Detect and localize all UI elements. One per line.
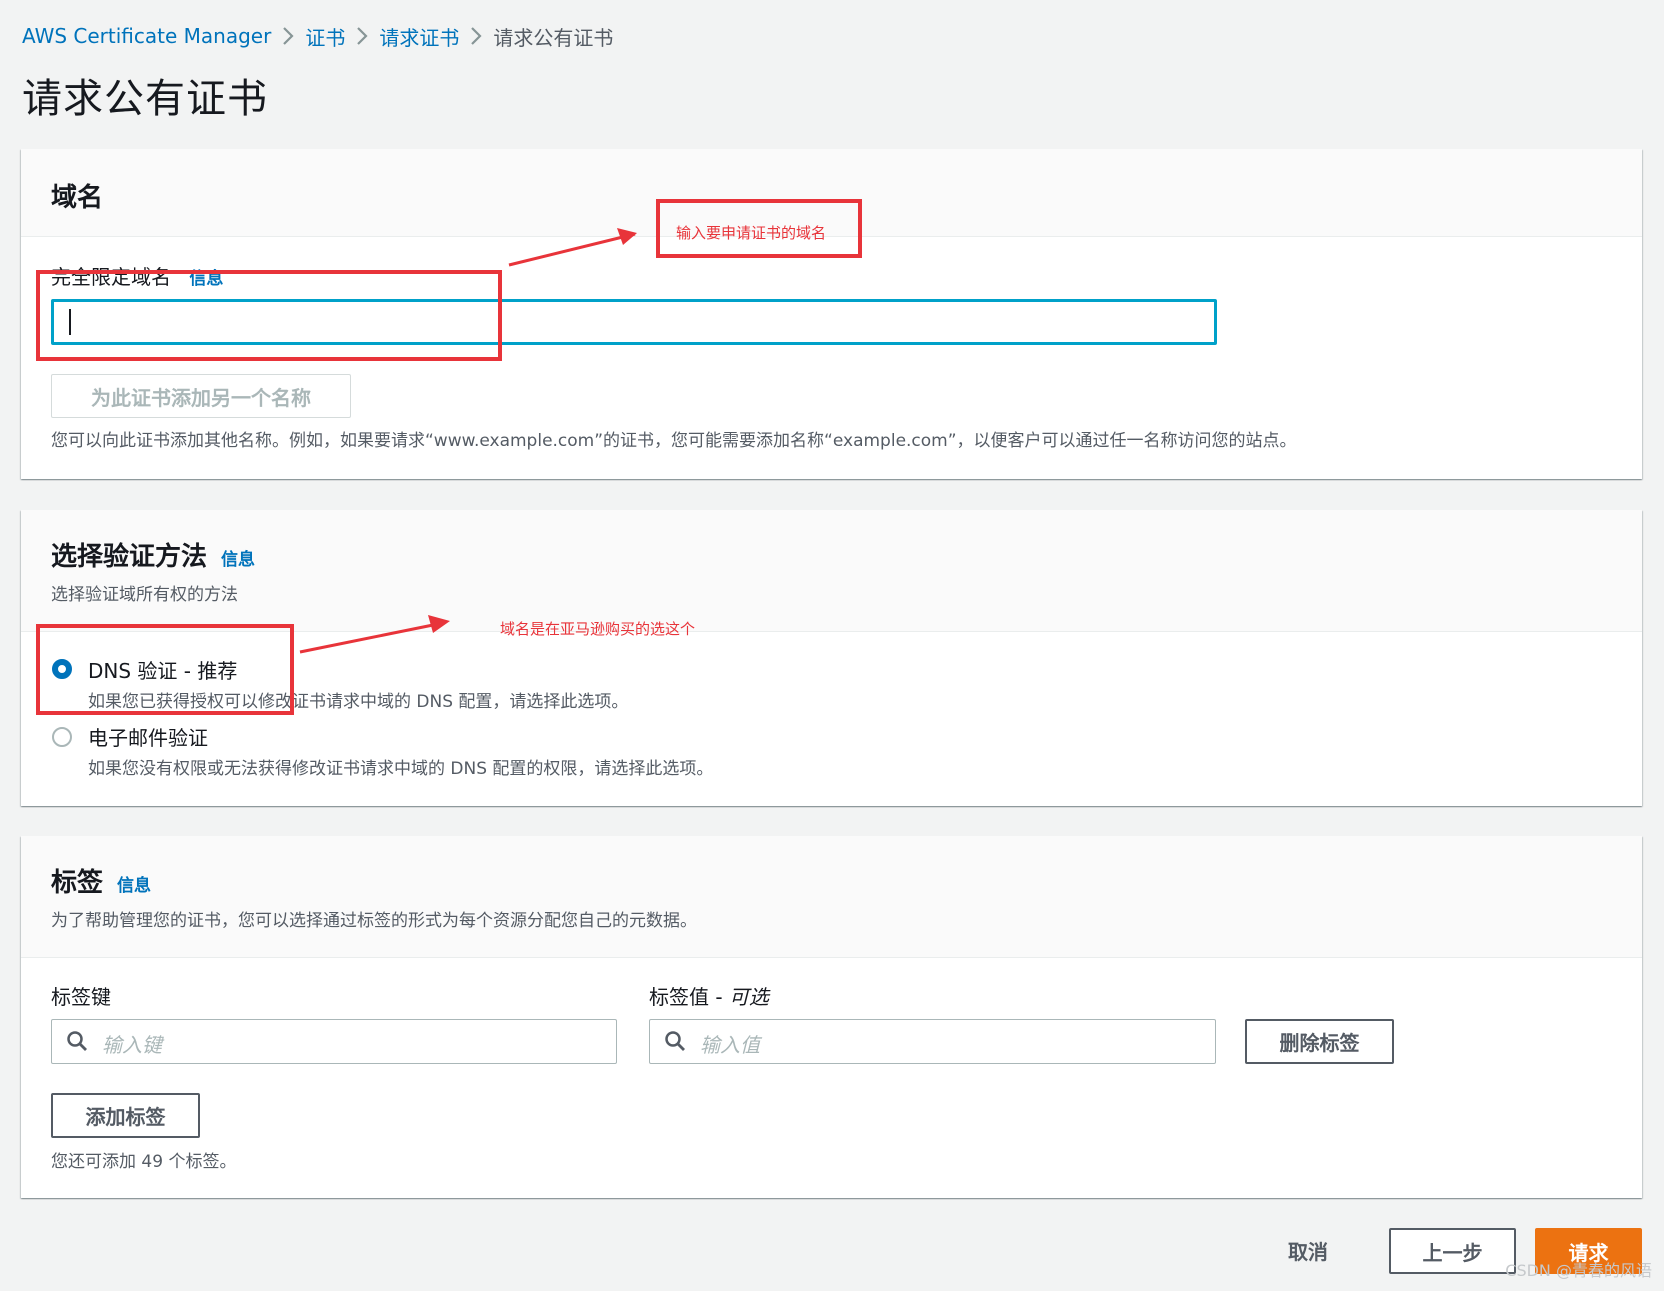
tags-remaining: 您还可添加 49 个标签。: [51, 1152, 237, 1172]
tag-key-input[interactable]: 输入键: [51, 1019, 617, 1064]
tag-value-label: 标签值 -: [649, 985, 729, 1009]
domain-panel-title: 域名: [51, 183, 104, 213]
tag-value-input[interactable]: 输入值: [649, 1019, 1216, 1064]
tag-value-optional: 可选: [728, 985, 769, 1009]
watermark: CSDN @青春的风语: [1505, 1261, 1652, 1280]
chevron-right-icon: [345, 25, 379, 47]
validation-panel-title: 选择验证方法: [51, 542, 208, 572]
annotation-box-fqdn: [36, 270, 502, 361]
annotation-domain-note: 输入要申请证书的域名: [676, 224, 827, 242]
add-another-name-button[interactable]: 为此证书添加另一个名称: [51, 374, 351, 418]
remove-tag-button[interactable]: 删除标签: [1245, 1019, 1394, 1064]
chevron-right-icon: [271, 25, 305, 47]
tag-key-label: 标签键: [51, 985, 111, 1009]
annotation-box-dns: [36, 624, 294, 715]
breadcrumb: AWS Certificate Manager 证书 请求证书 请求公有证书: [22, 20, 613, 52]
chevron-right-icon: [459, 25, 493, 47]
breadcrumb-item-request[interactable]: 请求证书: [379, 22, 459, 51]
breadcrumb-item-certificates[interactable]: 证书: [305, 22, 345, 51]
breadcrumb-current: 请求公有证书: [493, 25, 614, 50]
previous-button[interactable]: 上一步: [1389, 1228, 1516, 1274]
radio-unchecked-icon[interactable]: [52, 727, 72, 747]
search-icon: [665, 1031, 685, 1051]
page-title: 请求公有证书: [22, 76, 268, 122]
tags-panel-title: 标签: [51, 868, 104, 898]
domain-hint: 您可以向此证书添加其他名称。例如，如果要请求“www.example.com”的…: [51, 431, 1297, 451]
email-validation-description: 如果您没有权限或无法获得修改证书请求中域的 DNS 配置的权限，请选择此选项。: [88, 759, 714, 779]
cancel-button[interactable]: 取消: [1268, 1227, 1348, 1273]
validation-info-link[interactable]: 信息: [221, 545, 255, 570]
email-validation-label[interactable]: 电子邮件验证: [88, 722, 208, 751]
tags-panel: 标签 信息 为了帮助管理您的证书，您可以选择通过标签的形式为每个资源分配您自己的…: [21, 836, 1642, 1198]
tag-value-label-row: 标签值 - 可选: [649, 981, 769, 1010]
arrow-icon: [508, 228, 637, 267]
validation-description: 选择验证域所有权的方法: [51, 585, 238, 605]
breadcrumb-item-acm[interactable]: AWS Certificate Manager: [22, 24, 271, 48]
tags-panel-header: 标签 信息 为了帮助管理您的证书，您可以选择通过标签的形式为每个资源分配您自己的…: [21, 836, 1642, 958]
validation-panel-header: 选择验证方法 信息 选择验证域所有权的方法: [21, 510, 1642, 632]
tag-key-placeholder: 输入键: [102, 1033, 162, 1057]
tag-value-placeholder: 输入值: [700, 1033, 760, 1057]
annotation-dns-note: 域名是在亚马逊购买的选这个: [500, 620, 696, 638]
tags-title-row: 标签 信息: [51, 862, 151, 899]
search-icon: [67, 1031, 87, 1051]
arrow-icon: [299, 615, 450, 654]
tags-info-link[interactable]: 信息: [117, 871, 151, 896]
validation-title-row: 选择验证方法 信息: [51, 536, 255, 573]
tags-description: 为了帮助管理您的证书，您可以选择通过标签的形式为每个资源分配您自己的元数据。: [51, 911, 697, 931]
add-tag-button[interactable]: 添加标签: [51, 1093, 200, 1138]
